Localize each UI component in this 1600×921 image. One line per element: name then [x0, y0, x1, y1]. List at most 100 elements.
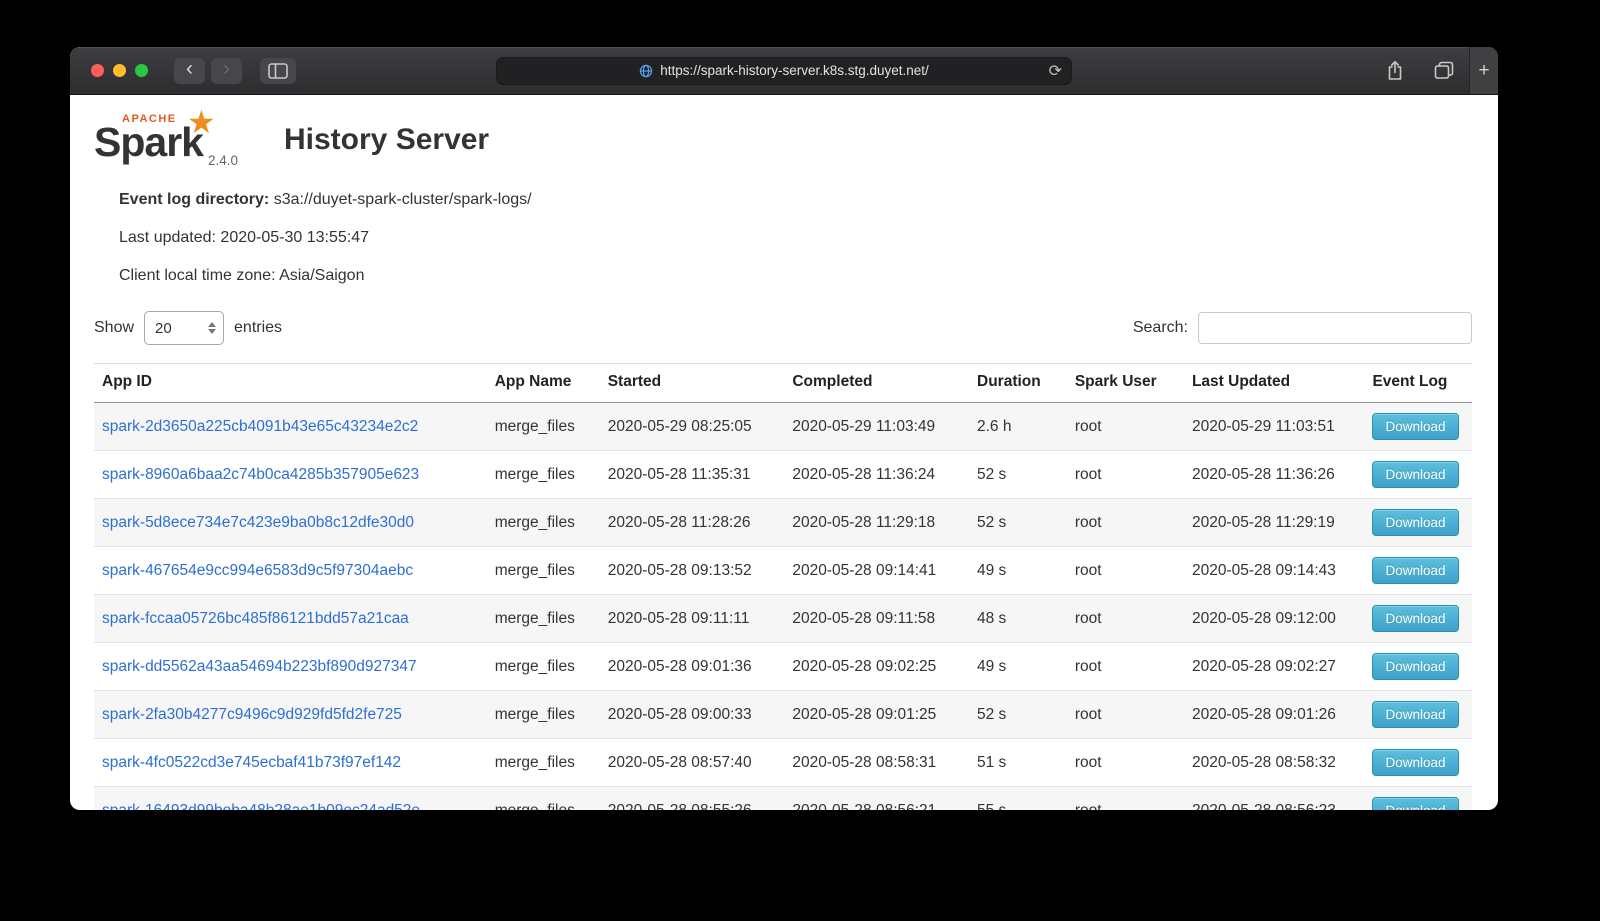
download-button[interactable]: Download: [1372, 701, 1458, 728]
screen-background: ‹ › https://spark-history-server.k: [0, 0, 1600, 921]
event-log-directory-value: s3a://duyet-spark-cluster/spark-logs/: [274, 191, 532, 208]
app-id-link[interactable]: spark-4fc0522cd3e745ecbaf41b73f97ef142: [102, 754, 401, 771]
last-updated-cell: 2020-05-28 09:12:00: [1184, 595, 1365, 643]
browser-titlebar: ‹ › https://spark-history-server.k: [70, 47, 1498, 95]
completed-cell: 2020-05-28 11:36:24: [784, 451, 969, 499]
download-button[interactable]: Download: [1372, 749, 1458, 776]
duration-cell: 48 s: [969, 595, 1067, 643]
table-row: spark-467654e9cc994e6583d9c5f97304aebcme…: [94, 547, 1472, 595]
app-name-cell: merge_files: [487, 643, 600, 691]
app-id-link[interactable]: spark-2fa30b4277c9496c9d929fd5fd2fe725: [102, 706, 402, 723]
toolbar-right-icons: [1386, 60, 1454, 81]
download-button[interactable]: Download: [1372, 509, 1458, 536]
column-header[interactable]: Spark User: [1067, 364, 1184, 403]
event-log-cell: Download: [1364, 451, 1472, 499]
show-label: Show: [94, 319, 134, 337]
download-button[interactable]: Download: [1372, 605, 1458, 632]
download-button[interactable]: Download: [1372, 413, 1458, 440]
table-row: spark-4fc0522cd3e745ecbaf41b73f97ef142 me…: [94, 739, 1472, 787]
download-button[interactable]: Download: [1372, 797, 1458, 810]
spark-star-icon: ★: [187, 103, 216, 141]
url-text: https://spark-history-server.k8s.stg.duy…: [660, 63, 929, 78]
app-name-cell: merge_files: [487, 499, 600, 547]
table-row: spark-2d3650a225cb4091b43e65c43234e2c2 me…: [94, 403, 1472, 451]
completed-cell: 2020-05-28 09:02:25: [784, 643, 969, 691]
event-log-cell: Download: [1364, 643, 1472, 691]
entries-per-page-select[interactable]: 20: [144, 311, 224, 345]
duration-cell: 49 s: [969, 547, 1067, 595]
column-header[interactable]: Duration: [969, 364, 1067, 403]
page-title: History Server: [284, 123, 489, 157]
duration-cell: 52 s: [969, 691, 1067, 739]
spark-user-cell: root: [1067, 787, 1184, 811]
forward-icon: ›: [223, 58, 230, 80]
table-row: spark-dd5562a43aa54694b223bf890d927347 me…: [94, 643, 1472, 691]
event-log-cell: Download: [1364, 547, 1472, 595]
refresh-button[interactable]: ⟳: [1049, 61, 1062, 81]
new-tab-button[interactable]: +: [1469, 47, 1498, 94]
app-id-cell: spark-8960a6baa2c74b0ca4285b357905e623: [94, 451, 487, 499]
event-log-cell: Download: [1364, 787, 1472, 811]
close-window-button[interactable]: [91, 64, 104, 77]
started-cell: 2020-05-28 08:57:40: [600, 739, 785, 787]
spark-version-label: 2.4.0: [208, 153, 238, 168]
app-id-cell: spark-467654e9cc994e6583d9c5f97304aebc: [94, 547, 487, 595]
download-button[interactable]: Download: [1372, 653, 1458, 680]
app-name-cell: merge_files: [487, 403, 600, 451]
forward-button[interactable]: ›: [211, 58, 242, 84]
completed-cell: 2020-05-28 09:14:41: [784, 547, 969, 595]
started-cell: 2020-05-28 08:55:26: [600, 787, 785, 811]
column-header[interactable]: Started: [600, 364, 785, 403]
timezone-line: Client local time zone: Asia/Saigon: [119, 267, 1472, 285]
share-button[interactable]: [1386, 60, 1404, 81]
column-header[interactable]: App ID: [94, 364, 487, 403]
started-cell: 2020-05-28 09:11:11: [600, 595, 785, 643]
zoom-window-button[interactable]: [135, 64, 148, 77]
back-button[interactable]: ‹: [174, 58, 205, 84]
download-button[interactable]: Download: [1372, 461, 1458, 488]
last-updated-cell: 2020-05-28 08:58:32: [1184, 739, 1365, 787]
column-header[interactable]: Last Updated: [1184, 364, 1365, 403]
app-id-link[interactable]: spark-8960a6baa2c74b0ca4285b357905e623: [102, 466, 419, 483]
spark-user-cell: root: [1067, 451, 1184, 499]
app-id-link[interactable]: spark-5d8ece734e7c423e9ba0b8c12dfe30d0: [102, 514, 414, 531]
app-id-cell: spark-2fa30b4277c9496c9d929fd5fd2fe725: [94, 691, 487, 739]
column-header[interactable]: Completed: [784, 364, 969, 403]
event-log-directory-label: Event log directory:: [119, 191, 269, 208]
app-table-header-row: App IDApp NameStartedCompletedDurationSp…: [94, 364, 1472, 403]
traffic-lights: [91, 64, 148, 77]
app-id-link[interactable]: spark-16493d99beba48b28ae1b09ec24ad52e: [102, 802, 420, 811]
spark-history-page: APACHE Spark ★ 2.4.0 History Server Even…: [70, 95, 1498, 810]
app-id-link[interactable]: spark-467654e9cc994e6583d9c5f97304aebc: [102, 562, 413, 579]
app-id-cell: spark-16493d99beba48b28ae1b09ec24ad52e: [94, 787, 487, 811]
app-name-cell: merge_files: [487, 595, 600, 643]
url-bar[interactable]: https://spark-history-server.k8s.stg.duy…: [496, 57, 1072, 85]
app-id-link[interactable]: spark-2d3650a225cb4091b43e65c43234e2c2: [102, 418, 418, 435]
server-info: Event log directory: s3a://duyet-spark-c…: [119, 191, 1472, 285]
event-log-cell: Download: [1364, 595, 1472, 643]
search-input[interactable]: [1198, 312, 1472, 344]
entries-label: entries: [234, 319, 282, 337]
tab-overview-button[interactable]: [1434, 61, 1454, 80]
completed-cell: 2020-05-29 11:03:49: [784, 403, 969, 451]
app-name-cell: merge_files: [487, 739, 600, 787]
started-cell: 2020-05-28 09:01:36: [600, 643, 785, 691]
app-id-link[interactable]: spark-fccaa05726bc485f86121bdd57a21caa: [102, 610, 409, 627]
completed-cell: 2020-05-28 08:56:21: [784, 787, 969, 811]
event-log-cell: Download: [1364, 403, 1472, 451]
minimize-window-button[interactable]: [113, 64, 126, 77]
download-button[interactable]: Download: [1372, 557, 1458, 584]
column-header[interactable]: Event Log: [1364, 364, 1472, 403]
app-name-cell: merge_files: [487, 787, 600, 811]
column-header[interactable]: App Name: [487, 364, 600, 403]
sidebar-toggle-button[interactable]: [260, 58, 296, 84]
applications-table: App IDApp NameStartedCompletedDurationSp…: [94, 363, 1472, 810]
started-cell: 2020-05-28 09:00:33: [600, 691, 785, 739]
started-cell: 2020-05-29 08:25:05: [600, 403, 785, 451]
app-id-link[interactable]: spark-dd5562a43aa54694b223bf890d927347: [102, 658, 417, 675]
share-icon: [1386, 60, 1404, 81]
table-row: spark-16493d99beba48b28ae1b09ec24ad52e me…: [94, 787, 1472, 811]
event-log-cell: Download: [1364, 499, 1472, 547]
table-row: spark-fccaa05726bc485f86121bdd57a21caa me…: [94, 595, 1472, 643]
spark-user-cell: root: [1067, 643, 1184, 691]
